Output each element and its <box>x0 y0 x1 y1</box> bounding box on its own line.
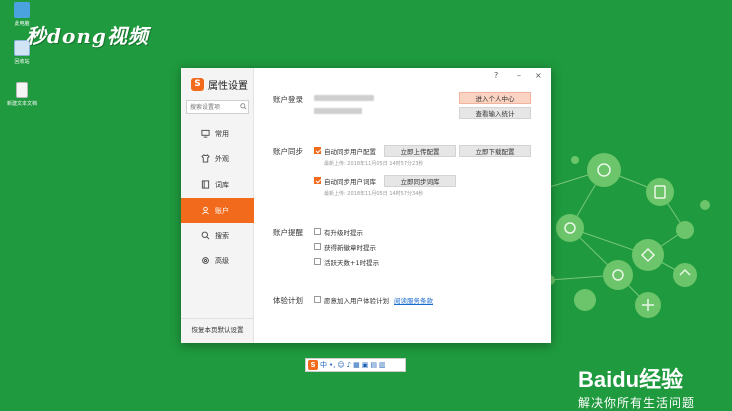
sidebar-item-label: 外观 <box>215 154 229 163</box>
shirt-icon <box>201 154 210 163</box>
user-icon <box>202 206 209 215</box>
sidebar-item-label: 高级 <box>215 256 229 265</box>
download-config-button[interactable]: 立即下载配置 <box>459 145 531 157</box>
upload-config-button[interactable]: 立即上传配置 <box>384 145 456 157</box>
sidebar-item-label: 词库 <box>215 180 229 189</box>
badge-reminder-label[interactable]: 获得新徽章时提示 <box>324 242 376 252</box>
experience-plan-checkbox[interactable] <box>314 296 321 303</box>
dialog-brand: S 属性设置 <box>191 77 248 92</box>
upgrade-reminder-checkbox[interactable] <box>314 228 321 235</box>
blurred-account-id <box>314 108 362 114</box>
book-icon <box>201 180 210 189</box>
sidebar-item-common[interactable]: 常用 <box>181 121 254 146</box>
terms-link[interactable]: 阅读服务条款 <box>394 295 433 305</box>
settings-sidebar: S 属性设置 常用 外观 词库 账户 搜索 高级 <box>181 68 254 343</box>
badge-reminder-checkbox[interactable] <box>314 243 321 250</box>
minimize-button[interactable]: – <box>517 71 521 80</box>
upgrade-reminder-label[interactable]: 有升级时提示 <box>324 227 363 237</box>
sync-dict-checkbox[interactable] <box>314 177 321 184</box>
ime-status-bar[interactable]: S 中 •, ☺ ♪ ▦ ▣ ▤ ▥ <box>305 358 406 372</box>
skin-icon[interactable]: ▣ <box>362 360 369 370</box>
search-icon <box>240 103 247 110</box>
desktop-icon-label: 新建文本文档 <box>6 101 37 107</box>
sogou-logo-icon: S <box>191 78 204 91</box>
sync-config-checkbox[interactable] <box>314 147 321 154</box>
config-last-upload: 最新上传: 2018年11月05日 14时57分23秒 <box>324 161 424 167</box>
settings-dialog: S 属性设置 常用 外观 词库 账户 搜索 高级 <box>181 68 551 343</box>
active-days-reminder-checkbox[interactable] <box>314 258 321 265</box>
wallpaper-network-graphic <box>534 153 710 318</box>
personal-center-button[interactable]: 进入个人中心 <box>459 92 531 104</box>
blurred-username <box>314 95 374 101</box>
monitor-icon <box>201 129 210 138</box>
sidebar-item-label: 搜索 <box>215 231 229 240</box>
mic-icon[interactable]: ♪ <box>347 360 351 370</box>
section-account-login-label: 账户登录 <box>273 95 303 104</box>
experience-plan-label[interactable]: 愿意加入用户体验计划 <box>324 295 389 305</box>
sidebar-item-label: 常用 <box>215 129 229 138</box>
close-button[interactable]: × <box>535 71 542 80</box>
baidu-jingyan-slogan: 解决你所有生活问题 <box>578 396 696 410</box>
dict-last-upload: 最新上传: 2018年11月05日 14时57分34秒 <box>324 191 424 197</box>
menu-grid-icon[interactable]: ▥ <box>379 360 386 370</box>
sidebar-item-label: 账户 <box>215 206 229 215</box>
baidu-jingyan-logo: Baidu经验 <box>578 367 684 392</box>
desktop-icon-label: 回收站 <box>14 59 30 65</box>
desktop-icon-text-file[interactable]: 新建文本文档 <box>4 82 40 107</box>
sidebar-item-advanced[interactable]: 高级 <box>181 248 254 273</box>
sidebar-item-appearance[interactable]: 外观 <box>181 146 254 171</box>
section-account-reminder-label: 账户提醒 <box>273 228 303 237</box>
sidebar-item-account[interactable]: 账户 <box>181 198 254 223</box>
sogou-logo-icon[interactable]: S <box>308 360 318 370</box>
reset-defaults-button[interactable]: 恢复本页默认设置 <box>181 318 254 338</box>
dialog-title: 属性设置 <box>208 81 248 92</box>
sync-dict-label[interactable]: 自动同步用户词库 <box>324 176 376 186</box>
search-icon <box>201 231 210 240</box>
sync-dict-button[interactable]: 立即同步词库 <box>384 175 456 187</box>
section-experience-label: 体验计划 <box>273 296 303 305</box>
input-stats-button[interactable]: 查看输入统计 <box>459 107 531 119</box>
video-watermark: 秒dong视频 <box>26 24 149 48</box>
sync-config-label[interactable]: 自动同步用户配置 <box>324 146 376 156</box>
active-days-reminder-label[interactable]: 活跃天数+1时提示 <box>324 257 379 267</box>
text-file-icon <box>16 82 28 98</box>
toolbox-icon[interactable]: ▤ <box>370 360 377 370</box>
section-account-sync-label: 账户同步 <box>273 147 303 156</box>
lang-indicator[interactable]: 中 <box>320 360 327 370</box>
punctuation-icon[interactable]: •, <box>329 360 335 370</box>
keyboard-icon[interactable]: ▦ <box>353 360 360 370</box>
sidebar-item-search[interactable]: 搜索 <box>181 223 254 248</box>
sidebar-item-dictionary[interactable]: 词库 <box>181 172 254 197</box>
emoji-icon[interactable]: ☺ <box>337 360 344 370</box>
gear-icon <box>202 257 209 264</box>
computer-icon <box>14 2 30 18</box>
help-button[interactable]: ? <box>494 71 498 80</box>
